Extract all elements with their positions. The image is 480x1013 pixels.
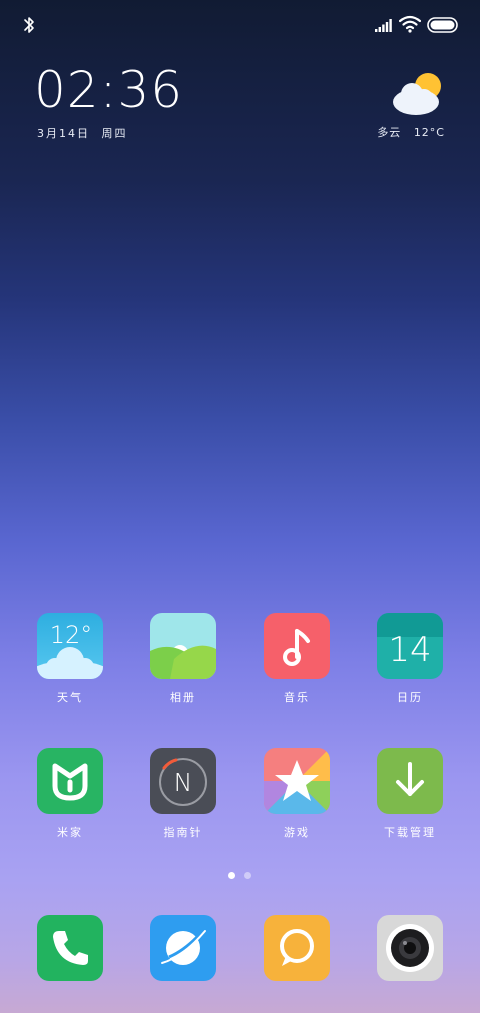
weather-tile-temp: 12° xyxy=(50,621,93,649)
mi-home-icon[interactable] xyxy=(37,748,103,814)
phone-icon[interactable] xyxy=(37,915,103,981)
app-gallery[interactable]: 相册 xyxy=(133,613,233,713)
gallery-icon[interactable] xyxy=(150,613,216,679)
battery-icon xyxy=(427,17,458,33)
compass-icon[interactable]: N xyxy=(150,748,216,814)
app-calendar[interactable]: 14 日历 xyxy=(360,613,460,713)
messages-icon[interactable] xyxy=(264,915,330,981)
app-label: 相册 xyxy=(170,691,196,704)
app-downloads[interactable]: 下载管理 xyxy=(360,748,460,848)
games-icon[interactable] xyxy=(264,748,330,814)
weather-temperature: 12°C xyxy=(413,126,445,139)
page-dot-active[interactable] xyxy=(228,872,235,879)
app-games[interactable]: 游戏 xyxy=(247,748,347,848)
weather-condition: 多云 xyxy=(377,126,402,139)
date-text: 3月14日 xyxy=(37,127,90,140)
compass-tile-letter: N xyxy=(174,768,193,797)
weather-summary: 多云 12°C xyxy=(377,124,445,140)
clock-date: 3月14日 周四 xyxy=(37,125,128,141)
calendar-icon[interactable]: 14 xyxy=(377,613,443,679)
page-dot[interactable] xyxy=(244,872,251,879)
page-indicator[interactable] xyxy=(0,872,480,880)
weekday-text: 周四 xyxy=(101,127,128,140)
app-label: 米家 xyxy=(57,826,83,839)
app-mi-home[interactable]: 米家 xyxy=(20,748,120,848)
music-icon[interactable] xyxy=(264,613,330,679)
camera-icon[interactable] xyxy=(377,915,443,981)
app-label: 天气 xyxy=(57,691,83,704)
weather-icon[interactable]: 12° xyxy=(37,613,103,679)
app-label: 下载管理 xyxy=(384,826,436,839)
browser-icon[interactable] xyxy=(150,915,216,981)
bluetooth-icon xyxy=(24,17,34,33)
app-label: 日历 xyxy=(397,691,423,704)
wifi-icon xyxy=(399,15,421,33)
app-music[interactable]: 音乐 xyxy=(247,613,347,713)
app-weather[interactable]: 12° 天气 xyxy=(20,613,120,713)
signal-icon xyxy=(375,19,392,32)
app-label: 指南针 xyxy=(163,826,203,839)
download-icon[interactable] xyxy=(377,748,443,814)
partly-cloudy-icon[interactable] xyxy=(390,70,446,116)
clock-time[interactable]: 02:36 xyxy=(34,58,183,122)
status-bar xyxy=(0,0,480,50)
app-label: 游戏 xyxy=(284,826,310,839)
app-label: 音乐 xyxy=(284,691,310,704)
calendar-tile-day: 14 xyxy=(388,630,431,670)
app-compass[interactable]: N 指南针 xyxy=(133,748,233,848)
